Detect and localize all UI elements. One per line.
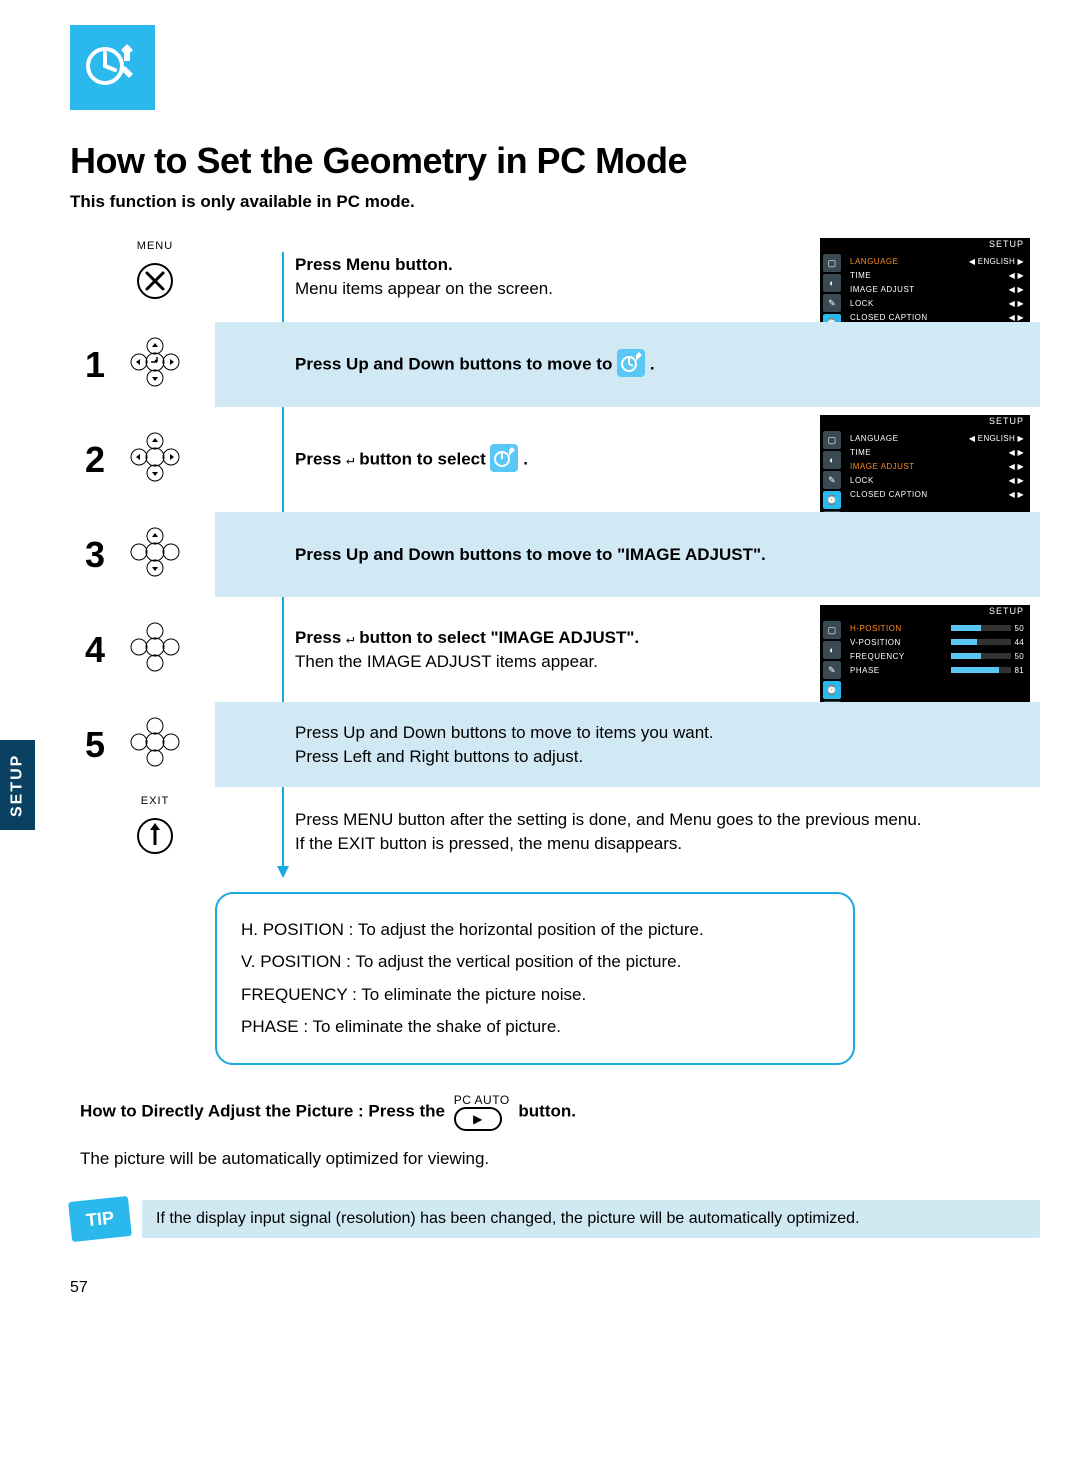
step-5: 5 Press Up and Down buttons to move to i…	[215, 702, 1040, 787]
direct-text-a: How to Directly Adjust the Picture : Pre…	[80, 1102, 445, 1121]
step1-text-b: .	[650, 354, 655, 373]
step5-text1: Press Up and Down buttons to move to ite…	[295, 723, 714, 742]
setup-inline-icon	[617, 349, 645, 377]
dpad-icon	[125, 620, 185, 680]
step3-text: Press Up and Down buttons to move to "IM…	[295, 545, 766, 564]
steps-container: MENU Press Menu button. Menu items appea…	[70, 242, 1040, 867]
step-4: 4 Press ↵ button to select "IMAGE ADJUST…	[215, 607, 1040, 692]
dpad-icon	[125, 430, 185, 490]
menu-button-icon: MENU	[125, 240, 185, 314]
pc-auto-button-icon: PC AUTO ▶	[454, 1093, 510, 1131]
step-intro-bold: Press Menu button.	[295, 255, 453, 274]
step-2: 2 Press ↵ button to select . SETUP	[215, 417, 1040, 502]
tip-row: TIP If the display input signal (resolut…	[70, 1199, 1040, 1239]
tip-badge: TIP	[68, 1196, 132, 1242]
step5-text2: Press Left and Right buttons to adjust.	[295, 747, 583, 766]
dpad-icon	[125, 335, 185, 395]
info-box: H. POSITION : To adjust the horizontal p…	[215, 892, 855, 1065]
tip-text: If the display input signal (resolution)…	[142, 1200, 1040, 1238]
info-line: FREQUENCY : To eliminate the picture noi…	[241, 979, 829, 1011]
direct-adjust-row: How to Directly Adjust the Picture : Pre…	[80, 1093, 1040, 1131]
step4-text: Then the IMAGE ADJUST items appear.	[295, 652, 598, 671]
page-content: How to Set the Geometry in PC Mode This …	[70, 0, 1080, 1317]
info-line: V. POSITION : To adjust the vertical pos…	[241, 946, 829, 978]
dpad-icon	[125, 525, 185, 585]
exit-button-icon: EXIT	[125, 795, 185, 869]
step4-text-b: button to select "IMAGE ADJUST".	[354, 628, 639, 647]
info-line: H. POSITION : To adjust the horizontal p…	[241, 914, 829, 946]
auto-optimize-text: The picture will be automatically optimi…	[80, 1149, 1040, 1169]
step-number: 1	[75, 344, 115, 386]
page-title: How to Set the Geometry in PC Mode	[70, 140, 1040, 182]
step-number: 2	[75, 439, 115, 481]
step-number: 3	[75, 534, 115, 576]
setup-clock-wrench-icon	[70, 25, 155, 110]
step-exit: EXIT Press MENU button after the setting…	[215, 797, 1040, 867]
setup-inline-icon	[490, 444, 518, 472]
exit-text2: If the EXIT button is pressed, the menu …	[295, 834, 682, 853]
step2-text-b: button to select	[354, 449, 490, 468]
step-number: 5	[75, 724, 115, 766]
section-tab: SETUP	[0, 740, 35, 830]
step-intro-text: Menu items appear on the screen.	[295, 279, 553, 298]
page-number: 57	[70, 1279, 1040, 1297]
step1-text-a: Press Up and Down buttons to move to	[295, 354, 612, 373]
step4-text-a: Press	[295, 628, 346, 647]
step-1: 1 Press Up and Down buttons to move to .	[215, 322, 1040, 407]
step-3: 3 Press Up and Down buttons to move to "…	[215, 512, 1040, 597]
dpad-icon	[125, 715, 185, 775]
step2-text-a: Press	[295, 449, 346, 468]
page-subtitle: This function is only available in PC mo…	[70, 192, 1040, 212]
step-intro: MENU Press Menu button. Menu items appea…	[215, 242, 1040, 312]
step2-text-c: .	[523, 449, 528, 468]
step-number: 4	[75, 629, 115, 671]
direct-text-b: button.	[518, 1102, 576, 1121]
info-line: PHASE : To eliminate the shake of pictur…	[241, 1011, 829, 1043]
exit-text1: Press MENU button after the setting is d…	[295, 810, 922, 829]
